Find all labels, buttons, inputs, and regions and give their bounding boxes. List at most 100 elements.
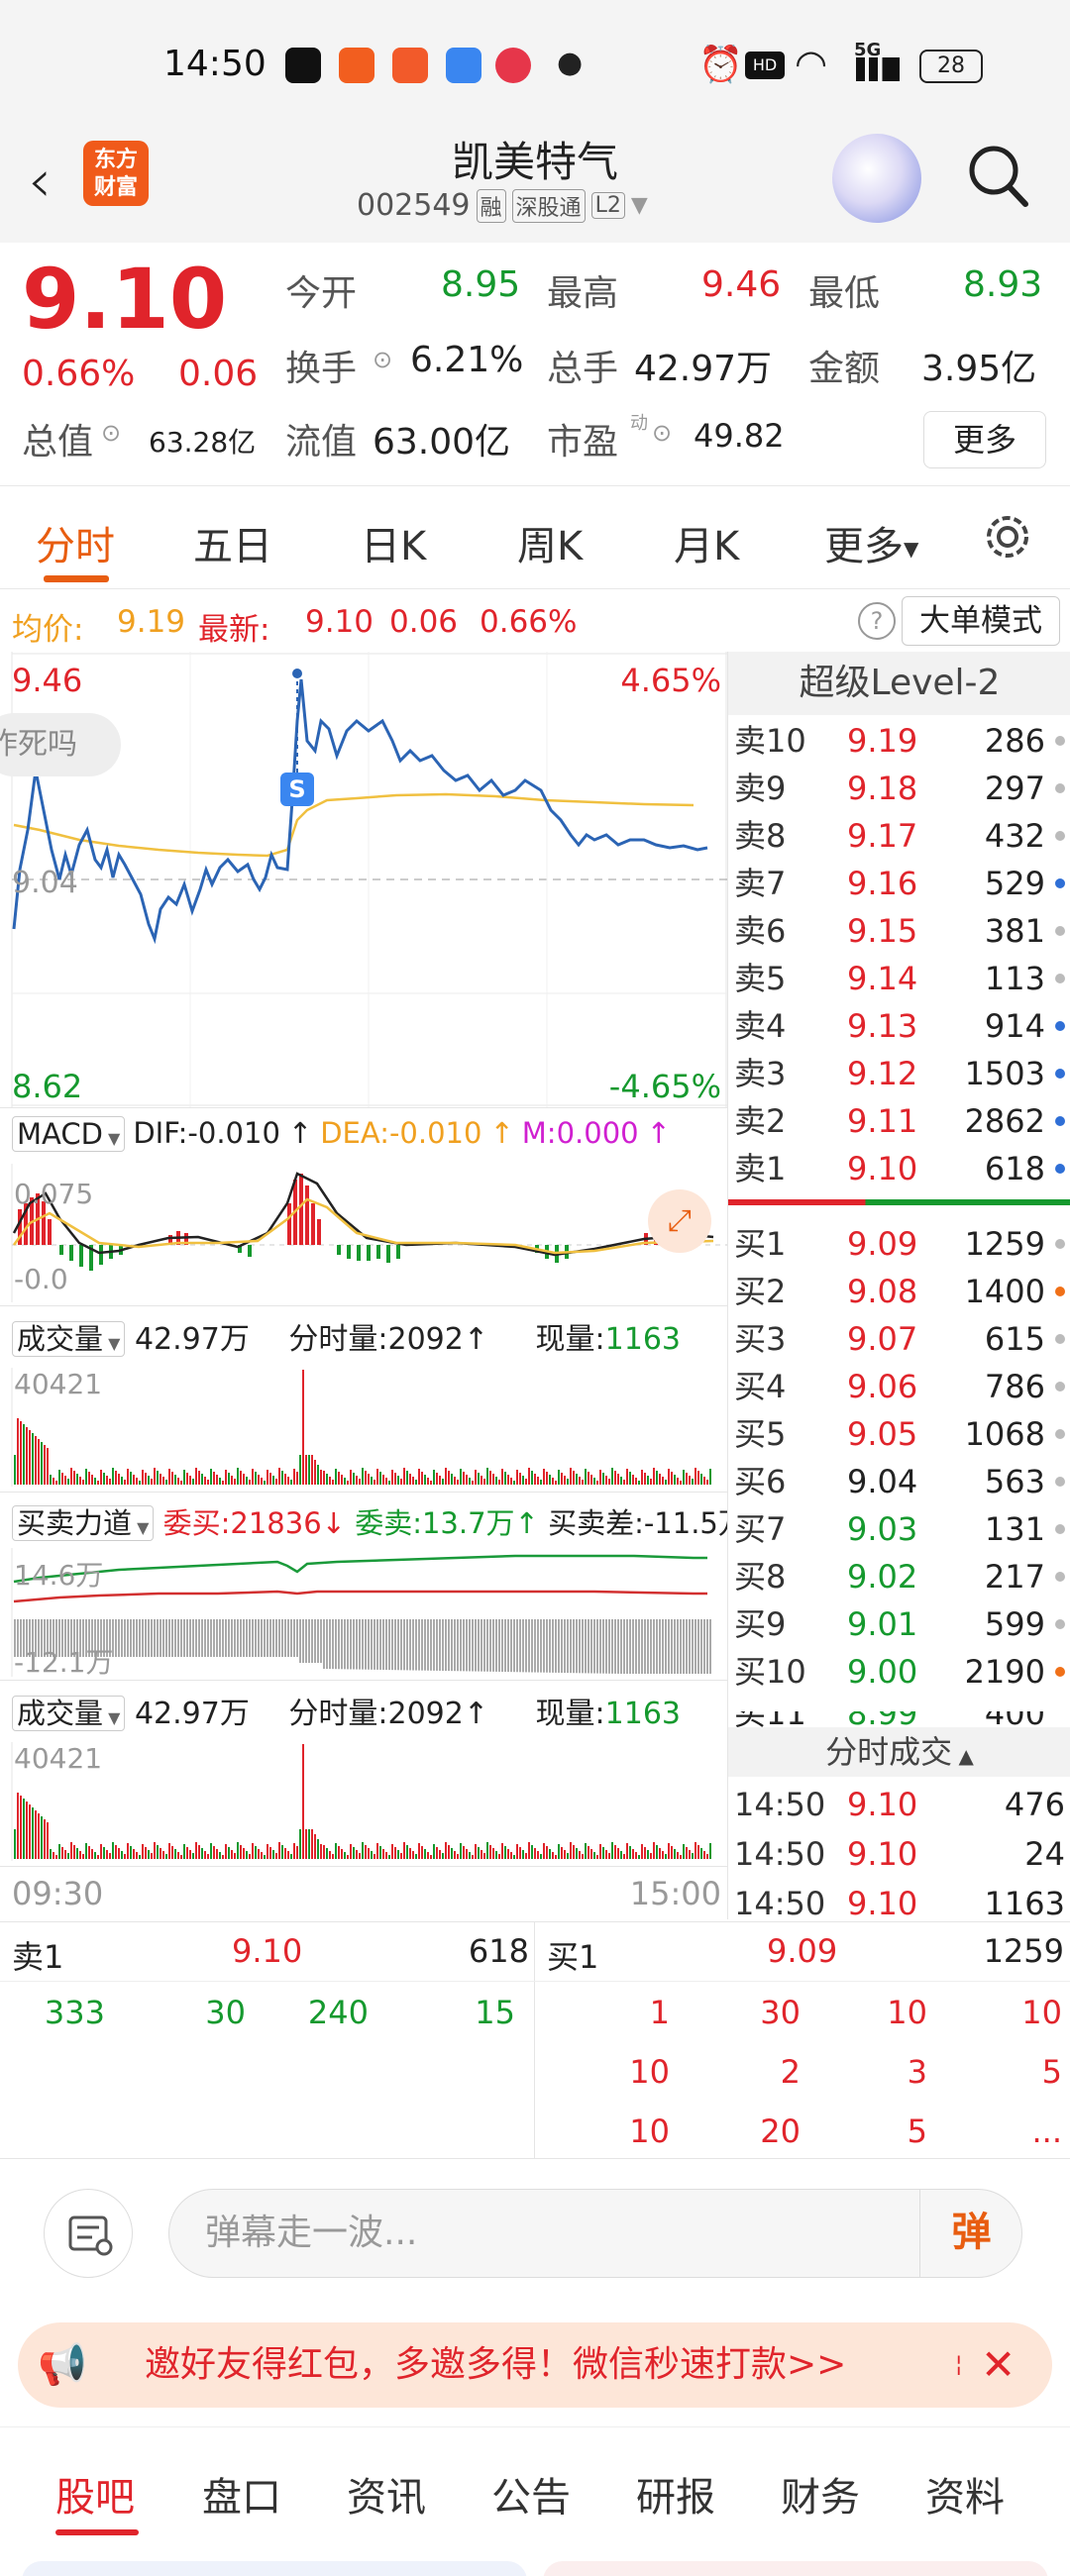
nav-profile[interactable]: 资料 — [925, 2465, 1005, 2523]
volume-bar — [261, 1852, 263, 1859]
tab-five-day[interactable]: 五日 — [193, 514, 272, 571]
search-icon[interactable] — [966, 141, 1029, 210]
big-order-mode-button[interactable]: 大单模式 — [902, 596, 1060, 646]
bottom-card-left — [22, 2561, 527, 2576]
trades-header[interactable]: 分时成交 ▲ — [728, 1727, 1070, 1777]
volume-bar — [546, 1472, 548, 1485]
nav-news[interactable]: 资讯 — [347, 2465, 426, 2523]
nav-pankou[interactable]: 盘口 — [202, 2465, 281, 2523]
bid-volume: 786 — [984, 1368, 1045, 1405]
volume-bar — [605, 1476, 607, 1485]
macd-panel[interactable]: MACD ▼ DIF:-0.010 ↑ DEA:-0.010 ↑ M:0.000 ↑ … — [0, 1107, 727, 1305]
force-bar — [284, 1619, 286, 1657]
bid-row[interactable]: 买8 9.02 217 — [728, 1553, 1070, 1600]
ask-row[interactable]: 卖4 9.13 914 — [728, 1002, 1070, 1050]
force-bar — [192, 1619, 194, 1657]
ask-row[interactable]: 卖8 9.17 432 — [728, 812, 1070, 860]
nav-finance[interactable]: 财务 — [781, 2465, 860, 2523]
status-bar: 14:50 ● ⏰ HD ◠ 5G 28 — [0, 0, 1070, 129]
volume-bar — [103, 1847, 105, 1859]
volume-bar — [555, 1855, 557, 1859]
order-dot-icon — [1055, 1164, 1065, 1174]
tab-monthly-k[interactable]: 月K — [674, 514, 739, 571]
ask-row[interactable]: 卖6 9.15 381 — [728, 907, 1070, 955]
intraday-chart[interactable]: 9.46 9.04 8.62 4.65% -4.65% 炸死吗 S — [0, 652, 727, 1107]
margin-tag: 融 — [476, 188, 506, 223]
volume-bar — [442, 1479, 444, 1485]
volume-bar — [356, 1476, 358, 1485]
battery-icon: 28 — [919, 50, 983, 83]
more-quote-button[interactable]: 更多 — [923, 411, 1046, 468]
volume-bar — [662, 1851, 664, 1859]
volume-bar — [64, 1476, 66, 1485]
bid-row[interactable]: 买5 9.05 1068 — [728, 1410, 1070, 1458]
ask-row[interactable]: 卖5 9.14 113 — [728, 955, 1070, 1002]
nav-research[interactable]: 研报 — [636, 2465, 715, 2523]
bid-row[interactable]: 买7 9.03 131 — [728, 1505, 1070, 1553]
volume-bar — [35, 1810, 37, 1859]
volume-bar — [469, 1852, 471, 1859]
force-bar — [332, 1619, 334, 1670]
nav-announcements[interactable]: 公告 — [491, 2465, 571, 2523]
volume-bar — [192, 1853, 194, 1859]
volume-panel-2[interactable]: 成交量 ▼ 42.97万 分时量:2092↑ 现量:1163 40421 — [0, 1680, 727, 1866]
tab-more[interactable]: 更多▼ — [824, 514, 918, 571]
danmaku-input[interactable]: 弹幕走一波... — [168, 2189, 1022, 2278]
ask-price: 9.10 — [847, 1150, 918, 1187]
volume-bar — [409, 1474, 411, 1485]
ask-row[interactable]: 卖10 9.19 286 — [728, 717, 1070, 765]
danmaku-bubble[interactable]: 炸死吗 — [0, 713, 121, 776]
force-bar — [463, 1619, 465, 1672]
tab-weekly-k[interactable]: 周K — [517, 514, 583, 571]
signal-badge-icon[interactable]: S — [280, 773, 314, 806]
ask-row[interactable]: 卖1 9.10 618 — [728, 1145, 1070, 1192]
volume-bar — [504, 1846, 506, 1859]
ask-row[interactable]: 卖3 9.12 1503 — [728, 1050, 1070, 1097]
volume-panel-1[interactable]: 成交量 ▼ 42.97万 分时量:2092↑ 现量:1163 40421 — [0, 1305, 727, 1492]
volume-selector-2[interactable]: 成交量 ▼ — [12, 1696, 126, 1731]
bid-row[interactable]: 买10 9.00 2190 — [728, 1648, 1070, 1696]
volume-bar — [106, 1850, 108, 1859]
ask-row[interactable]: 卖2 9.11 2862 — [728, 1097, 1070, 1145]
robot-avatar[interactable] — [832, 134, 921, 223]
tab-intraday[interactable]: 分时 — [36, 514, 115, 571]
bid-row[interactable]: 买1 9.09 1259 — [728, 1220, 1070, 1268]
help-icon[interactable]: ? — [858, 602, 896, 640]
bid-row[interactable]: 买6 9.04 563 — [728, 1458, 1070, 1505]
force-selector[interactable]: 买卖力道 ▼ — [12, 1505, 155, 1541]
bid-row[interactable]: 买3 9.07 615 — [728, 1315, 1070, 1363]
buy-sell-force-panel[interactable]: 买卖力道 ▼ 委买:21836↓ 委卖:13.7万↑ 买卖差:-11.5万↓ 1… — [0, 1492, 771, 1680]
expand-icon[interactable]: ⤢ — [648, 1189, 711, 1253]
bid-row[interactable]: 买4 9.06 786 — [728, 1363, 1070, 1410]
force-bar — [162, 1619, 164, 1657]
volume-selector[interactable]: 成交量 ▼ — [12, 1321, 126, 1357]
bid-row[interactable]: 买2 9.08 1400 — [728, 1268, 1070, 1315]
ask-row[interactable]: 卖9 9.18 297 — [728, 765, 1070, 812]
pct-high-label: 4.65% — [620, 662, 721, 699]
tab-daily-k[interactable]: 日K — [361, 514, 426, 571]
promo-banner[interactable]: 📢 邀好友得红包，多邀多得！微信秒速打款>> ¦ ✕ — [18, 2322, 1052, 2408]
stock-code-row[interactable]: 002549 融 深股通 L2 ▼ — [357, 188, 648, 223]
volume-bar — [599, 1844, 601, 1859]
latest-value: 9.10 — [305, 604, 374, 640]
back-button[interactable]: ‹ — [28, 147, 52, 216]
volume-bar — [302, 1370, 304, 1485]
close-icon[interactable]: ✕ — [981, 2322, 1016, 2408]
nav-indicator — [55, 2529, 139, 2535]
danmaku-send-button[interactable]: 弹 — [919, 2189, 1022, 2278]
order-dot-icon — [1055, 831, 1065, 841]
force-bar — [605, 1619, 607, 1674]
force-bar — [614, 1619, 616, 1674]
order-dot-icon — [1055, 1287, 1065, 1296]
macd-selector[interactable]: MACD ▼ — [12, 1116, 126, 1152]
volume-bar — [421, 1472, 423, 1485]
settings-gear-icon[interactable] — [981, 510, 1034, 564]
bid-row[interactable]: 买9 9.01 599 — [728, 1600, 1070, 1648]
level2-order-book[interactable]: 超级Level-2 卖10 9.19 286 卖9 9.18 297 卖8 9.17 432 卖7… — [727, 652, 1070, 1922]
nav-guba[interactable]: 股吧 — [55, 2465, 135, 2523]
force-bar — [252, 1619, 254, 1657]
ask-row[interactable]: 卖7 9.16 529 — [728, 860, 1070, 907]
volume-bar — [115, 1471, 117, 1485]
danmaku-settings-icon[interactable] — [44, 2189, 133, 2278]
bottom-nav: 股吧 盘口 资讯 公告 研报 财务 资料 — [0, 2426, 1070, 2576]
